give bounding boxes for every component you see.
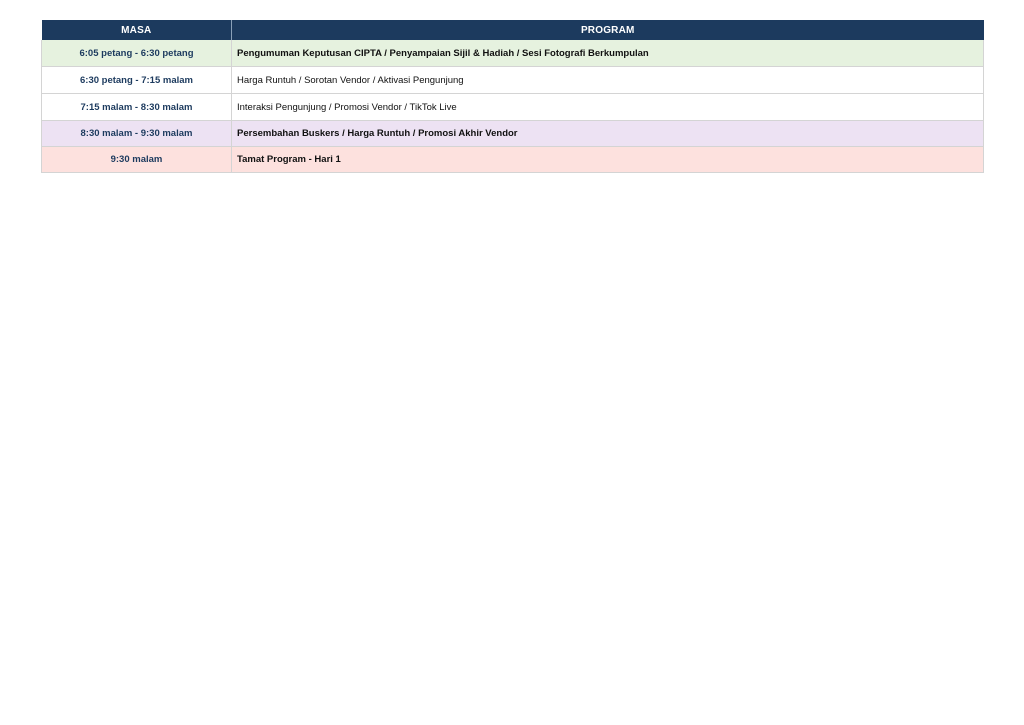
table-row: 8:30 malam - 9:30 malam Persembahan Busk… [41, 120, 984, 147]
schedule-table: MASA PROGRAM 6:05 petang - 6:30 petang P… [41, 20, 984, 173]
header-time: MASA [41, 20, 232, 40]
time-cell: 6:30 petang - 7:15 malam [41, 66, 232, 94]
time-cell: 6:05 petang - 6:30 petang [41, 40, 232, 67]
program-cell: Tamat Program - Hari 1 [231, 146, 984, 173]
time-cell: 8:30 malam - 9:30 malam [41, 120, 232, 147]
schedule-sheet: MASA PROGRAM 6:05 petang - 6:30 petang P… [41, 20, 984, 173]
table-row: 6:05 petang - 6:30 petang Pengumuman Kep… [41, 40, 984, 67]
program-cell: Harga Runtuh / Sorotan Vendor / Aktivasi… [231, 66, 984, 94]
header-row: MASA PROGRAM [41, 20, 984, 40]
table-row: 9:30 malam Tamat Program - Hari 1 [41, 146, 984, 173]
program-cell: Pengumuman Keputusan CIPTA / Penyampaian… [231, 40, 984, 67]
program-cell: Persembahan Buskers / Harga Runtuh / Pro… [231, 120, 984, 147]
time-cell: 7:15 malam - 8:30 malam [41, 93, 232, 121]
program-cell: Interaksi Pengunjung / Promosi Vendor / … [231, 93, 984, 121]
header-program: PROGRAM [231, 20, 984, 40]
time-cell: 9:30 malam [41, 146, 232, 173]
table-row: 7:15 malam - 8:30 malam Interaksi Pengun… [41, 93, 984, 121]
table-row: 6:30 petang - 7:15 malam Harga Runtuh / … [41, 66, 984, 94]
